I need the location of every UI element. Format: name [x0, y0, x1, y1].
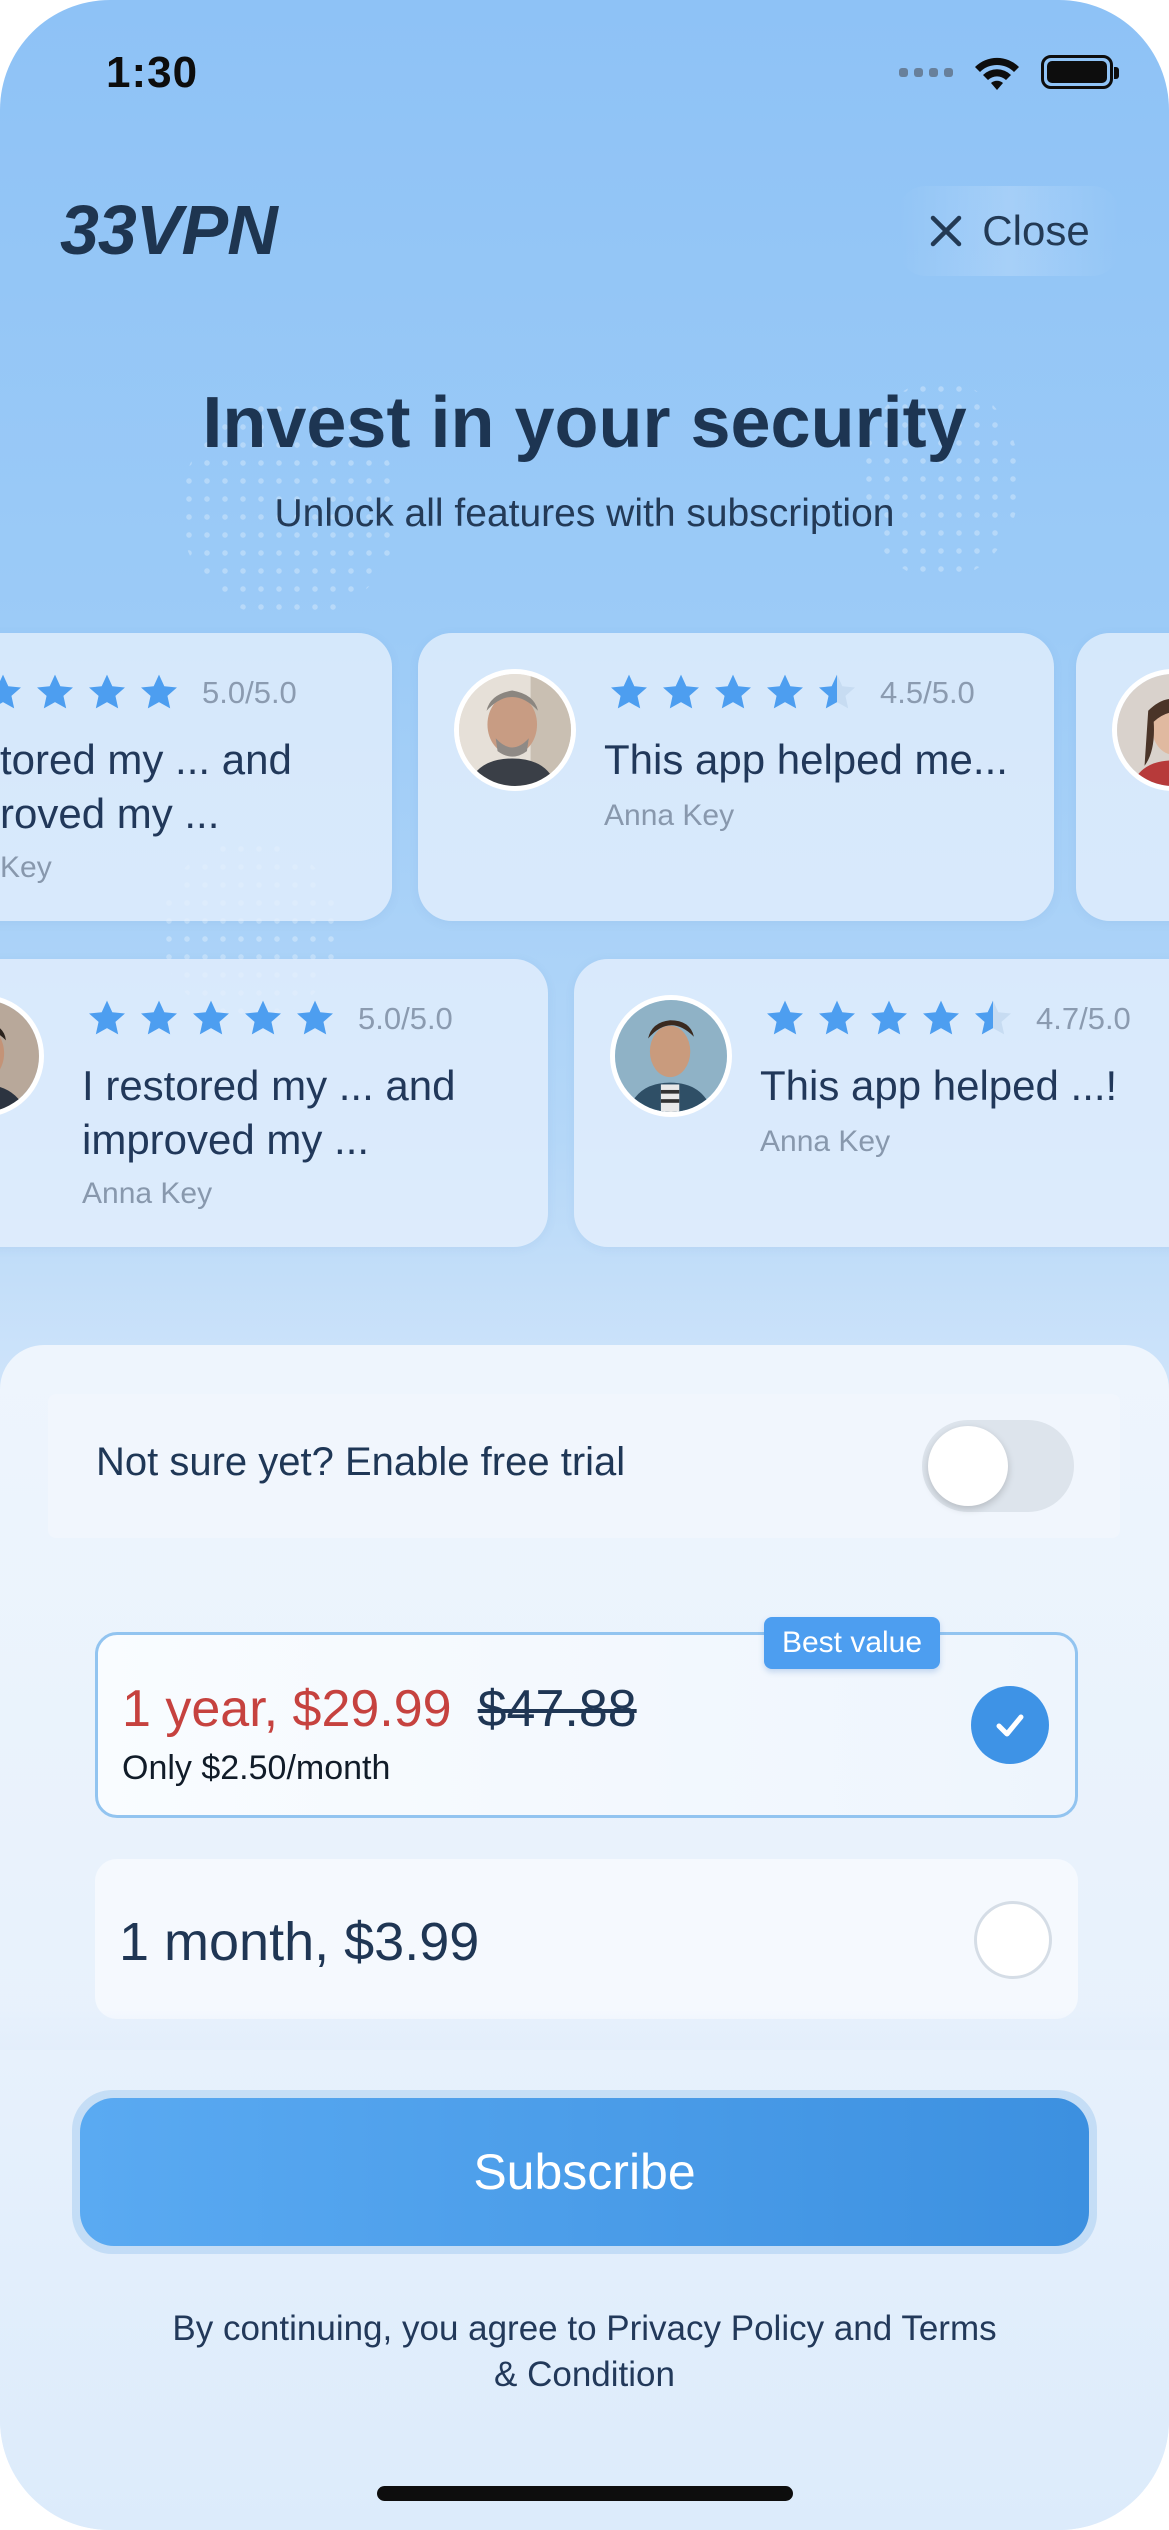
star-icon — [611, 674, 647, 709]
plan-price: 1 year, $29.99 — [122, 1680, 452, 1738]
cellular-signal-icon — [899, 67, 953, 77]
status-icons — [899, 52, 1119, 92]
plan-old-price: $47.88 — [477, 1680, 637, 1738]
plan-option-yearly[interactable]: Best value 1 year, $29.99 $47.88 Only $2… — [95, 1617, 1078, 1818]
home-indicator[interactable] — [377, 2486, 793, 2501]
close-button[interactable]: Close — [898, 186, 1120, 276]
star-icon — [141, 674, 177, 709]
list-fade — [0, 2010, 1169, 2050]
page-title: Invest in your security — [202, 383, 967, 463]
reviewer-name: Key — [0, 851, 52, 884]
star-icon — [89, 674, 125, 709]
close-icon — [931, 215, 962, 247]
star-icon — [871, 1000, 907, 1035]
rating-value: 4.5/5.0 — [880, 675, 975, 710]
rating-value: 4.7/5.0 — [1036, 1001, 1131, 1036]
review-card: 5.0/5.0 I restored my ... and improved m… — [0, 959, 548, 1247]
free-trial-label: Not sure yet? Enable free trial — [96, 1440, 626, 1484]
subscribe-button-frame: Subscribe — [72, 2090, 1097, 2254]
reviewer-name: Anna Key — [82, 1177, 213, 1210]
free-trial-row[interactable]: Not sure yet? Enable free trial — [48, 1394, 1120, 1538]
review-card — [1076, 633, 1169, 921]
star-icon — [663, 674, 699, 709]
star-icon — [141, 1000, 177, 1035]
wifi-icon — [975, 57, 1019, 90]
close-label: Close — [982, 207, 1090, 254]
plan-title: 1 month, $3.99 — [119, 1912, 480, 1972]
avatar — [0, 995, 44, 1117]
subscribe-button[interactable]: Subscribe — [80, 2098, 1089, 2246]
plan-title: 1 year, $29.99 $47.88 — [122, 1679, 637, 1739]
star-icon — [819, 1000, 855, 1035]
best-value-badge: Best value — [764, 1617, 940, 1669]
avatar — [610, 995, 732, 1117]
half-star-icon — [819, 674, 855, 709]
legal-text: By continuing, you agree to Privacy Poli… — [0, 2306, 1169, 2398]
review-text: This app helped me... — [604, 736, 1008, 783]
star-icon — [37, 674, 73, 709]
star-icon — [767, 1000, 803, 1035]
star-icon — [193, 1000, 229, 1035]
battery-icon — [1041, 55, 1119, 89]
half-star-icon — [975, 1000, 1011, 1035]
star-rating: 5.0/5.0 — [84, 997, 453, 1041]
legal-line[interactable]: & Condition — [0, 2352, 1169, 2398]
star-icon — [245, 1000, 281, 1035]
star-rating: 5.0/5.0 — [0, 671, 297, 715]
review-text: tored my ... and roved my ... — [0, 736, 292, 837]
star-icon — [297, 1000, 333, 1035]
star-rating: 4.7/5.0 — [762, 997, 1131, 1041]
plan-option-monthly[interactable]: 1 month, $3.99 — [95, 1859, 1078, 2019]
star-icon — [715, 674, 751, 709]
free-trial-toggle[interactable] — [922, 1420, 1074, 1512]
toggle-knob — [928, 1426, 1008, 1506]
app-logo: 33VPN — [60, 191, 278, 269]
reviewer-name: Anna Key — [604, 799, 735, 832]
review-card: 4.7/5.0 This app helped ...! Anna Key — [574, 959, 1169, 1247]
review-text: I restored my ... and improved my ... — [82, 1062, 456, 1163]
avatar — [454, 669, 576, 791]
unselected-radio[interactable] — [974, 1901, 1052, 1979]
rating-value: 5.0/5.0 — [358, 1001, 453, 1036]
star-icon — [767, 674, 803, 709]
selected-check-icon[interactable] — [971, 1686, 1049, 1764]
star-rating: 4.5/5.0 — [606, 671, 975, 715]
page-subtitle: Unlock all features with subscription — [274, 492, 895, 535]
rating-value: 5.0/5.0 — [202, 675, 297, 710]
status-time: 1:30 — [106, 48, 199, 97]
plan-monthly-price: Only $2.50/month — [122, 1749, 391, 1787]
review-card: 4.5/5.0 This app helped me... Anna Key — [418, 633, 1054, 921]
paywall-screen: 1:30 33VPN Close Invest in your security… — [0, 0, 1169, 2530]
review-text: This app helped ...! — [760, 1062, 1118, 1109]
star-icon — [923, 1000, 959, 1035]
avatar — [1112, 669, 1169, 791]
reviewer-name: Anna Key — [760, 1125, 891, 1158]
legal-line[interactable]: By continuing, you agree to Privacy Poli… — [0, 2306, 1169, 2352]
review-card: 5.0/5.0 tored my ... and roved my ... Ke… — [0, 633, 392, 921]
star-icon — [0, 674, 21, 709]
star-icon — [89, 1000, 125, 1035]
